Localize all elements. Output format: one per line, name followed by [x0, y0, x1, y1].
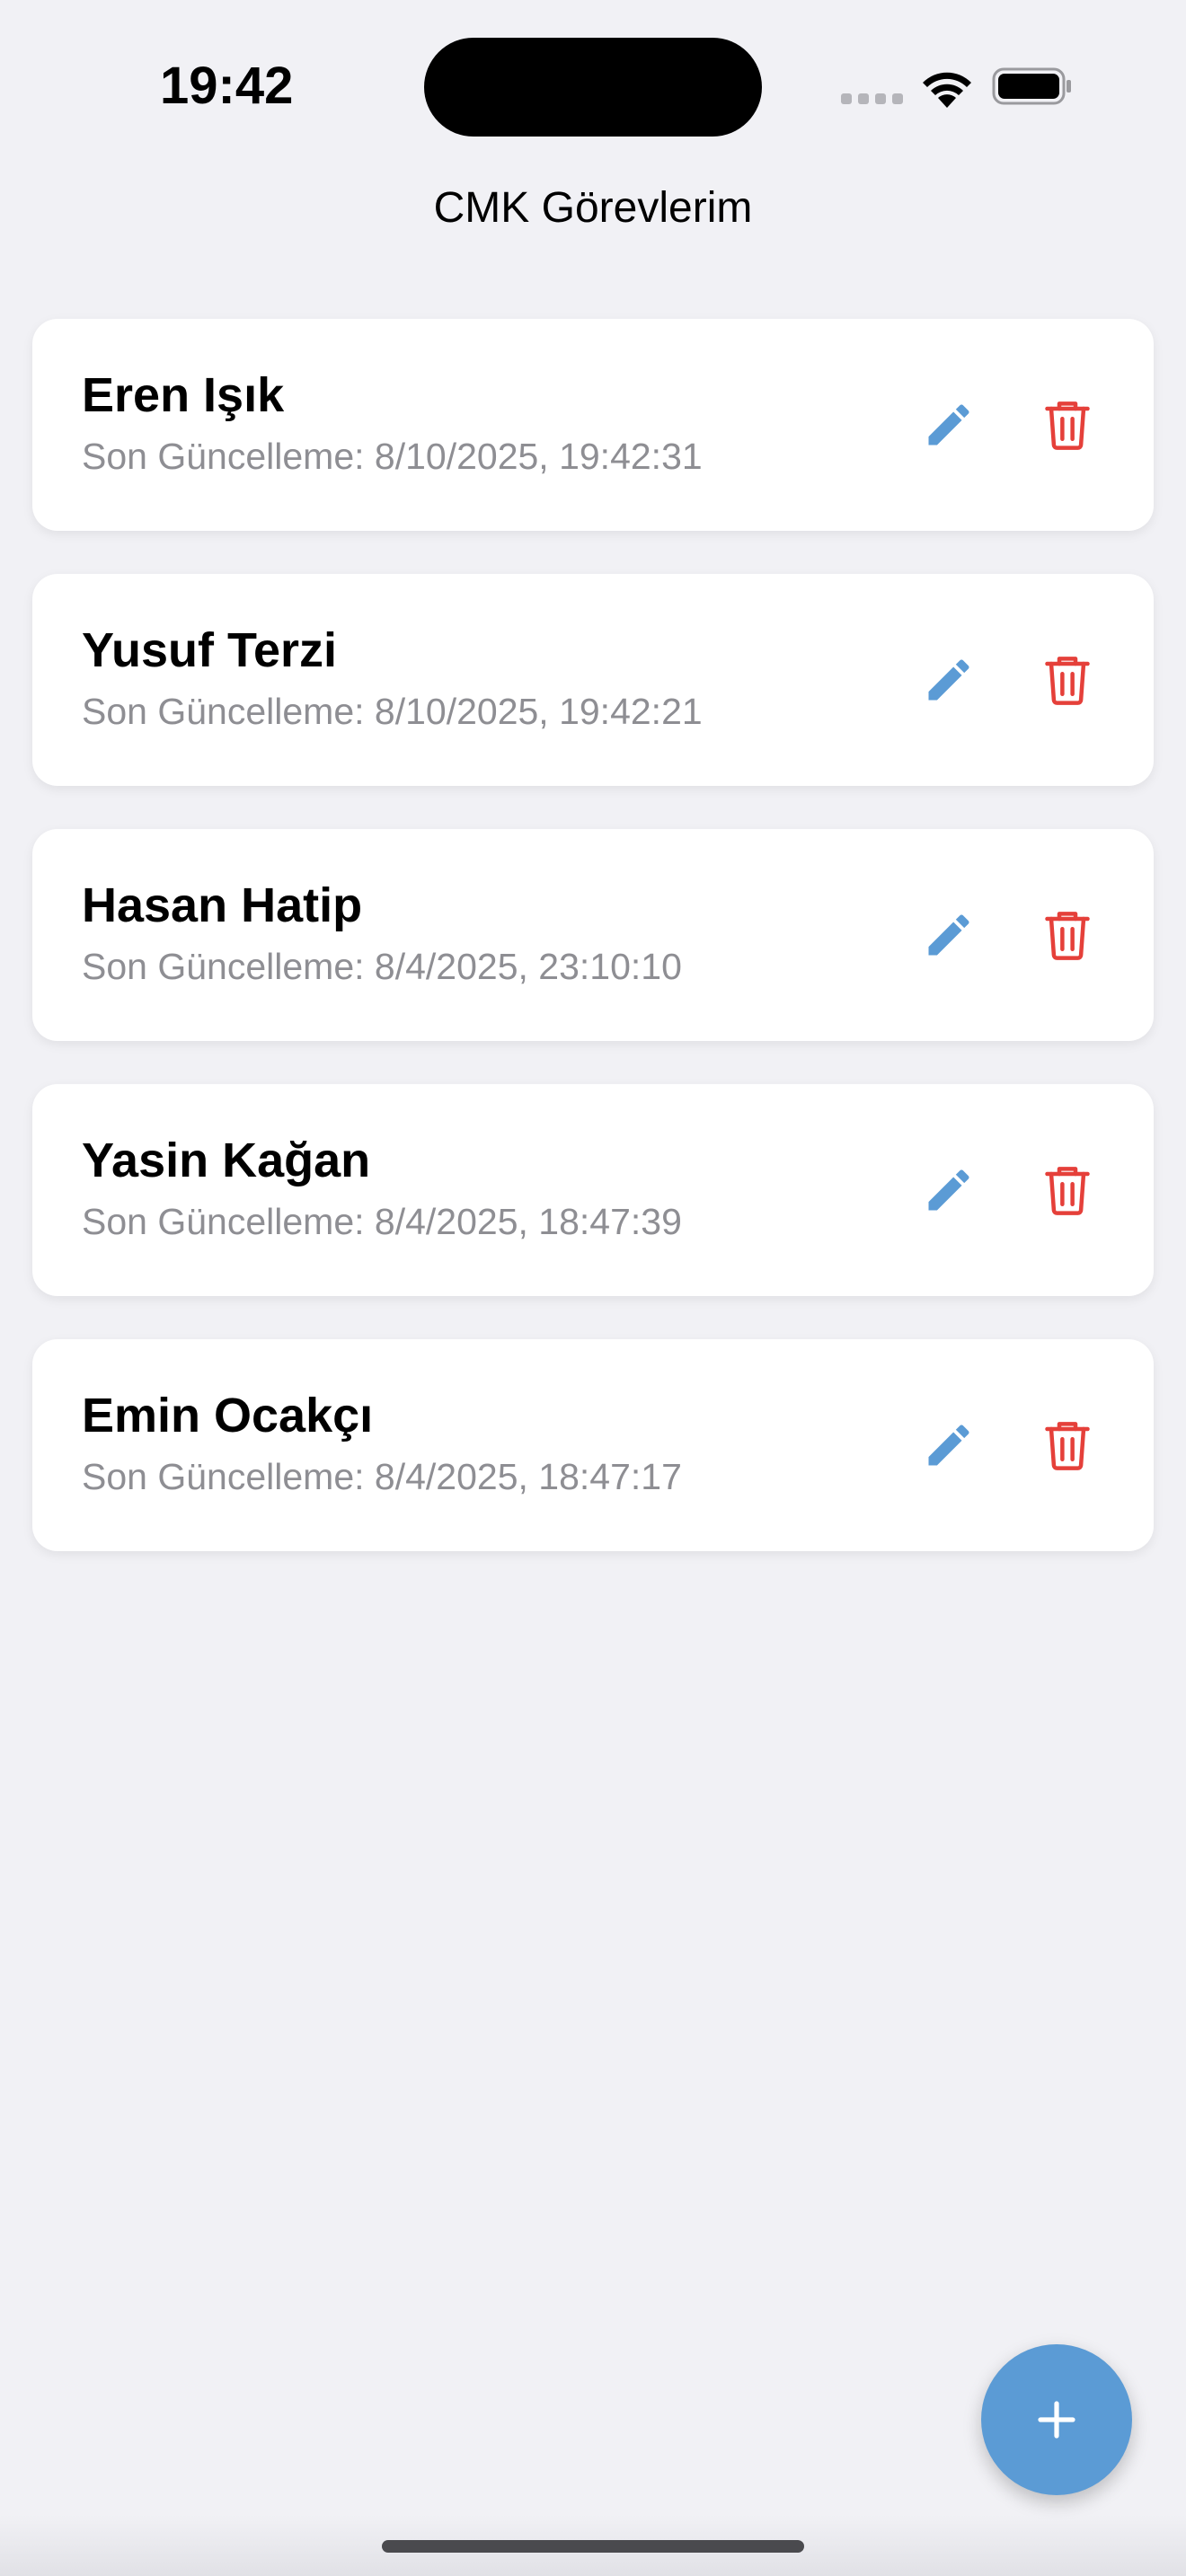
pencil-icon [928, 1425, 969, 1466]
task-name: Hasan Hatip [82, 878, 363, 932]
task-card[interactable]: Hasan Hatip Son Güncelleme: 8/4/2025, 23… [32, 829, 1154, 1041]
trash-icon [1045, 912, 1090, 960]
task-name: Yusuf Terzi [82, 623, 338, 677]
edit-button[interactable] [911, 387, 987, 463]
task-last-updated: Son Güncelleme: 8/4/2025, 23:10:10 [82, 946, 682, 987]
delete-button[interactable] [1030, 642, 1105, 718]
task-list: Eren Işık Son Güncelleme: 8/10/2025, 19:… [32, 319, 1154, 1551]
task-card[interactable]: Yusuf Terzi Son Güncelleme: 8/10/2025, 1… [32, 574, 1154, 786]
edit-button[interactable] [911, 642, 987, 718]
edit-button[interactable] [911, 897, 987, 973]
task-last-updated: Son Güncelleme: 8/10/2025, 19:42:31 [82, 436, 703, 477]
task-card[interactable]: Emin Ocakçı Son Güncelleme: 8/4/2025, 18… [32, 1339, 1154, 1551]
delete-button[interactable] [1030, 387, 1105, 463]
edit-button[interactable] [911, 1152, 987, 1228]
pencil-icon [928, 1169, 969, 1211]
trash-icon [1045, 1422, 1090, 1470]
task-last-updated: Son Güncelleme: 8/4/2025, 18:47:17 [82, 1456, 682, 1497]
trash-icon [1045, 401, 1090, 450]
home-indicator [382, 2540, 804, 2553]
pencil-icon [928, 404, 969, 446]
cellular-signal-icon [841, 93, 903, 104]
task-name: Emin Ocakçı [82, 1389, 374, 1442]
dynamic-island [424, 38, 762, 137]
battery-icon [992, 67, 1071, 105]
page-title: CMK Görevlerim [433, 184, 753, 232]
edit-button[interactable] [911, 1407, 987, 1483]
task-card[interactable]: Eren Işık Son Güncelleme: 8/10/2025, 19:… [32, 319, 1154, 531]
status-time: 19:42 [160, 57, 294, 115]
plus-icon [1038, 2401, 1075, 2439]
trash-icon [1045, 1167, 1090, 1215]
pencil-icon [928, 659, 969, 701]
delete-button[interactable] [1030, 1407, 1105, 1483]
task-last-updated: Son Güncelleme: 8/4/2025, 18:47:39 [82, 1201, 682, 1242]
trash-icon [1045, 657, 1090, 705]
pencil-icon [928, 914, 969, 956]
wifi-icon [923, 72, 971, 108]
delete-button[interactable] [1030, 897, 1105, 973]
status-bar: 19:42 [0, 0, 1186, 171]
task-card[interactable]: Yasin Kağan Son Güncelleme: 8/4/2025, 18… [32, 1084, 1154, 1296]
task-name: Eren Işık [82, 368, 285, 422]
task-name: Yasin Kağan [82, 1134, 371, 1187]
add-task-button[interactable] [981, 2344, 1132, 2495]
task-last-updated: Son Güncelleme: 8/10/2025, 19:42:21 [82, 691, 703, 732]
delete-button[interactable] [1030, 1152, 1105, 1228]
